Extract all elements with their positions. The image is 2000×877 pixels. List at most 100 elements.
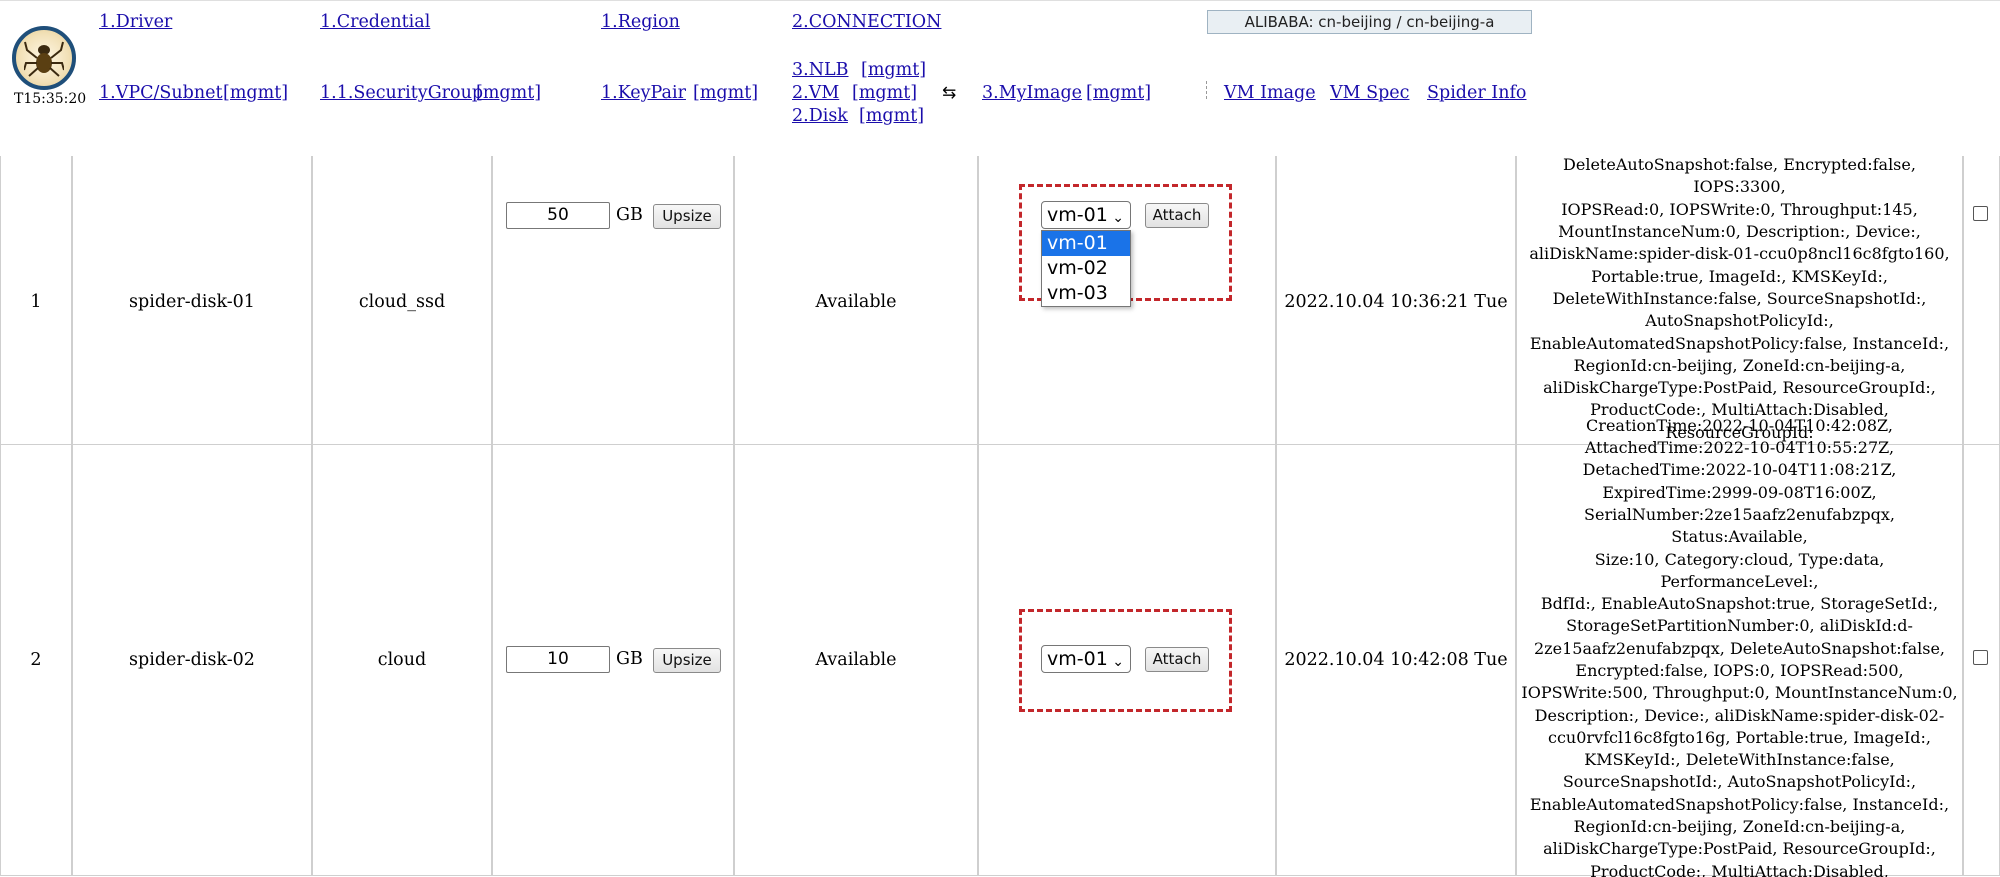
attach-button[interactable]: Attach [1145, 647, 1209, 672]
upsize-button[interactable]: Upsize [653, 204, 721, 229]
disk-status: Available [734, 444, 978, 876]
row-number-text: 1 [30, 292, 42, 312]
disk-info-text: CreationTime:2022-10-04T10:42:08Z, Attach… [1519, 415, 1960, 877]
disk-info-line: BdfId:, EnableAutoSnapshot:true, Storage… [1540, 594, 1939, 614]
myimage-mgmt-link[interactable]: [mgmt] [1086, 83, 1151, 103]
disk-link[interactable]: 2.Disk [792, 106, 848, 126]
keypair-link[interactable]: 1.KeyPair [601, 83, 686, 103]
disk-info-line: aliDiskChargeType:PostPaid, ResourceGrou… [1543, 378, 1936, 398]
disk-info-line: 2ze15aafz2enufabzpqx, DeleteAutoSnapshot… [1534, 638, 1945, 658]
credential-link[interactable]: 1.Credential [320, 12, 430, 32]
region-badge: ALIBABA: cn-beijing / cn-beijing-a [1207, 10, 1532, 34]
clock-time: T15:35:20 [14, 91, 87, 107]
vm-select-value: vm-01 [1047, 648, 1108, 670]
disk-info: CreationTime:2022-10-04T10:42:08Z, Attach… [1516, 416, 1963, 877]
disk-info-line: Portable:true, ImageId:, KMSKeyId:, [1591, 266, 1888, 286]
row-number: 1 [0, 156, 72, 448]
disk-info-line: SerialNumber:2ze15aafz2enufabzpqx, Statu… [1584, 504, 1895, 547]
nlb-link[interactable]: 3.NLB [792, 60, 849, 80]
vm-select[interactable]: vm-01 ⌄ [1041, 645, 1131, 673]
disk-name: spider-disk-01 [72, 156, 312, 448]
nlb-mgmt-link[interactable]: [mgmt] [861, 60, 926, 80]
disk-type: cloud_ssd [312, 156, 492, 448]
disk-mgmt-link[interactable]: [mgmt] [859, 106, 924, 126]
security-group-mgmt-link[interactable]: [mgmt] [476, 83, 541, 103]
vm-select[interactable]: vm-01 ⌄ [1041, 201, 1131, 229]
disk-info-line: ccu0rvfcl16c8fgto16g, Portable:true, Ima… [1548, 727, 1931, 747]
disk-info-line: AttachedTime:2022-10-04T10:55:27Z, [1584, 438, 1895, 458]
disk-info-line: DetachedTime:2022-10-04T11:08:21Z, [1582, 460, 1897, 480]
attach-button[interactable]: Attach [1145, 203, 1209, 228]
row-checkbox[interactable] [1973, 206, 1988, 221]
row-number-text: 2 [30, 650, 42, 670]
disk-info-line: CreationTime:2022-10-04T10:42:08Z, [1586, 415, 1893, 435]
vm-option[interactable]: vm-01 [1042, 231, 1130, 256]
disk-info-text: StorageSetId:, StorageSetPartitionNumber… [1519, 156, 1960, 444]
disk-info-line: ProductCode:, MultiAttach:Disabled, Reso… [1590, 861, 1889, 877]
disk-table: 1 spider-disk-01 cloud_ssd Available 202… [0, 156, 2000, 877]
vm-dropdown-list: vm-01 vm-02 vm-03 [1041, 230, 1131, 307]
disk-info-line: KMSKeyId:, DeleteWithInstance:false, [1584, 750, 1895, 770]
disk-info-line: RegionId:cn-beijing, ZoneId:cn-beijing-a… [1573, 355, 1906, 375]
upsize-button[interactable]: Upsize [653, 648, 721, 673]
disk-status: Available [734, 156, 978, 448]
vm-spec-link[interactable]: VM Spec [1330, 83, 1409, 103]
disk-info-line: aliDiskName:spider-disk-01-ccu0p8ncl16c8… [1529, 244, 1950, 264]
chevron-down-icon: ⌄ [1112, 210, 1124, 226]
disk-name-text: spider-disk-02 [129, 650, 255, 670]
disk-info-line: DeleteAutoSnapshot:false, Encrypted:fals… [1563, 156, 1916, 197]
disk-size-input[interactable]: 10 [506, 646, 610, 673]
disk-info-line: aliDiskChargeType:PostPaid, ResourceGrou… [1543, 839, 1936, 859]
vm-link[interactable]: 2.VM [792, 83, 839, 103]
row-checkbox[interactable] [1973, 650, 1988, 665]
disk-info-line: Description:, Device:, aliDiskName:spide… [1534, 705, 1945, 725]
disk-name-text: spider-disk-01 [129, 292, 255, 312]
region-link[interactable]: 1.Region [601, 12, 680, 32]
security-group-link[interactable]: 1.1.SecurityGroup [320, 83, 483, 103]
disk-info-line: ExpiredTime:2999-09-08T16:00Z, [1602, 482, 1877, 502]
table-row: 1 spider-disk-01 cloud_ssd Available 202… [0, 156, 2000, 448]
vm-select-value: vm-01 [1047, 204, 1108, 226]
keypair-mgmt-link[interactable]: [mgmt] [693, 83, 758, 103]
disk-info-line: AutoSnapshotPolicyId:, [1645, 311, 1834, 331]
disk-info-line: Encrypted:false, IOPS:0, IOPSRead:500, [1575, 661, 1904, 680]
spider-logo-icon[interactable] [12, 26, 76, 90]
disk-info-line: DeleteWithInstance:false, SourceSnapshot… [1552, 288, 1927, 308]
disk-name: spider-disk-02 [72, 444, 312, 876]
nav-separator [1206, 81, 1208, 99]
disk-info-line: IOPSRead:0, IOPSWrite:0, Throughput:145, [1561, 199, 1918, 219]
size-unit-label: GB [616, 649, 643, 669]
top-nav: T15:35:20 1.Driver 1.Credential 1.Region… [0, 0, 2000, 157]
connection-link[interactable]: 2.CONNECTION [792, 12, 941, 32]
disk-type-text: cloud [377, 650, 427, 670]
created-time-text: 2022.10.04 10:36:21 Tue [1284, 292, 1508, 312]
vpc-subnet-link[interactable]: 1.VPC/Subnet [99, 83, 223, 103]
myimage-link[interactable]: 3.MyImage [982, 83, 1082, 103]
disk-info-line: StorageSetPartitionNumber:0, aliDiskId:d… [1566, 616, 1913, 636]
disk-info-line: MountInstanceNum:0, Description:, Device… [1558, 222, 1921, 242]
disk-type-text: cloud_ssd [358, 292, 446, 312]
disk-status-text: Available [815, 292, 897, 312]
driver-link[interactable]: 1.Driver [99, 12, 172, 32]
vm-image-link[interactable]: VM Image [1224, 83, 1316, 103]
disk-size-input[interactable]: 50 [506, 202, 610, 229]
disk-info-line: EnableAutomatedSnapshotPolicy:false, Ins… [1529, 333, 1950, 353]
chevron-down-icon: ⌄ [1112, 654, 1124, 670]
vm-mgmt-link[interactable]: [mgmt] [852, 83, 917, 103]
disk-info-line: SourceSnapshotId:, AutoSnapshotPolicyId:… [1562, 772, 1917, 792]
row-number: 2 [0, 444, 72, 876]
swap-icon: ⇆ [942, 83, 957, 103]
disk-info-line: EnableAutomatedSnapshotPolicy:false, Ins… [1529, 794, 1950, 814]
disk-info: StorageSetId:, StorageSetPartitionNumber… [1516, 156, 1963, 448]
disk-info-line: RegionId:cn-beijing, ZoneId:cn-beijing-a… [1573, 817, 1906, 837]
disk-size-cell [492, 156, 734, 448]
vpc-mgmt-link[interactable]: [mgmt] [223, 83, 288, 103]
disk-info-line: IOPSWrite:500, Throughput:0, MountInstan… [1521, 683, 1958, 703]
vm-option[interactable]: vm-02 [1042, 256, 1130, 281]
table-row: 2 spider-disk-02 cloud Available 2022.10… [0, 416, 2000, 877]
disk-type: cloud [312, 444, 492, 876]
spider-info-link[interactable]: Spider Info [1427, 83, 1526, 103]
vm-option[interactable]: vm-03 [1042, 281, 1130, 306]
size-unit-label: GB [616, 205, 643, 225]
select-cell [1963, 156, 2000, 448]
